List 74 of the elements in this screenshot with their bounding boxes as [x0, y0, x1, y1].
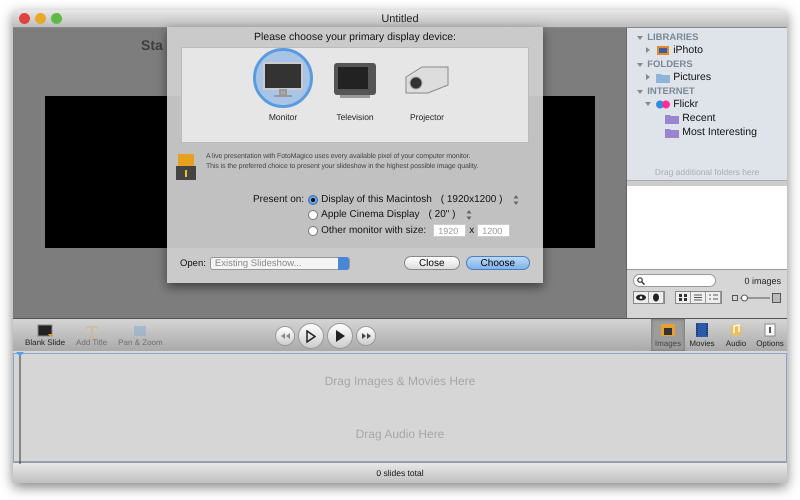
sidebar-item[interactable]: iPhoto — [673, 44, 703, 56]
play-icon — [336, 330, 344, 342]
radio-label[interactable]: Apple Cinema Display — [321, 209, 420, 220]
rewind-button[interactable] — [275, 326, 295, 346]
device-option[interactable]: Television — [325, 48, 385, 142]
sidebar-item[interactable]: Recent — [682, 112, 716, 124]
photos-icon — [660, 322, 676, 336]
media-tab[interactable]: Audio — [719, 319, 753, 351]
stage-label: Sta — [141, 37, 163, 53]
device-option[interactable]: Projector — [397, 48, 457, 142]
section-header: LIBRARIES — [647, 32, 698, 43]
detail-view-icon[interactable] — [706, 292, 722, 303]
iphoto-icon — [656, 44, 670, 56]
two-dots-icon — [656, 98, 670, 110]
stepper-icon[interactable] — [466, 210, 472, 220]
playhead-icon — [15, 352, 25, 464]
radio-label[interactable]: Other monitor with size: — [321, 225, 426, 236]
triangle-down-icon[interactable] — [637, 34, 644, 40]
switch-icon — [762, 322, 778, 336]
section-header: INTERNET — [647, 86, 695, 97]
sidebar-item[interactable]: Most Interesting — [682, 126, 757, 138]
rewind-icon — [280, 333, 290, 339]
triangle-right-icon[interactable] — [645, 47, 652, 53]
large-square-icon — [772, 292, 781, 302]
section-header: FOLDERS — [647, 59, 693, 70]
grid-view-icon[interactable] — [676, 292, 692, 303]
radio-button[interactable] — [308, 226, 318, 236]
dialog-prompt: Please choose your primary display device: — [254, 31, 456, 43]
image-count: 0 images — [744, 276, 781, 286]
triangle-down-icon[interactable] — [637, 62, 644, 68]
resolution-popup[interactable]: ( 1920x1200 ) — [440, 194, 502, 205]
size-separator: x — [469, 225, 474, 236]
folder-icon — [665, 112, 680, 124]
status-text: 0 slides total — [376, 468, 424, 478]
triangle-right-icon[interactable] — [645, 74, 652, 80]
field-label: Open: — [180, 258, 206, 268]
sidebar-item[interactable]: Pictures — [673, 71, 712, 83]
drop-hint: Drag additional folders here — [654, 167, 760, 177]
small-square-icon — [732, 294, 738, 300]
stepper-icon[interactable] — [513, 194, 520, 204]
folder-icon — [656, 72, 670, 82]
music-note-icon — [728, 322, 744, 336]
triangle-down-icon[interactable] — [637, 88, 644, 94]
slider-thumb[interactable] — [740, 294, 748, 301]
film-strip-icon — [694, 322, 710, 336]
search-icon — [637, 276, 646, 284]
sidebar-item[interactable]: Flickr — [673, 98, 698, 110]
radio-button[interactable] — [308, 210, 318, 220]
splitter-handle[interactable] — [627, 180, 787, 186]
dialog-button[interactable]: Close — [404, 256, 460, 270]
media-tab[interactable]: Options — [753, 319, 787, 351]
preview-button[interactable] — [298, 323, 324, 349]
close-button[interactable] — [19, 13, 30, 24]
window-title: Untitled — [381, 12, 419, 24]
slide-icon — [36, 324, 54, 338]
eye-icon[interactable] — [634, 292, 650, 303]
play-button[interactable] — [327, 323, 353, 349]
toolbar-button[interactable]: Blank Slide — [21, 324, 70, 346]
fast-forward-button[interactable] — [356, 326, 376, 346]
media-tab[interactable]: Images — [651, 319, 685, 351]
play-outline-icon — [306, 330, 316, 342]
folder-icon — [665, 126, 680, 138]
radio-label[interactable]: Display of this Macintosh — [321, 194, 432, 205]
dialog-button[interactable]: Choose — [466, 256, 530, 270]
resolution-popup[interactable]: ( 20" ) — [428, 209, 456, 220]
size-slider[interactable] — [740, 294, 770, 302]
media-tab[interactable]: Movies — [685, 319, 719, 351]
radio-button[interactable] — [308, 194, 318, 204]
field-label: Present on: — [253, 194, 304, 205]
triangle-down-icon[interactable] — [645, 101, 652, 107]
fast-forward-icon — [362, 333, 370, 339]
zoom-button[interactable] — [51, 13, 62, 24]
search-field[interactable] — [633, 274, 716, 287]
list-view-icon[interactable] — [691, 292, 706, 303]
